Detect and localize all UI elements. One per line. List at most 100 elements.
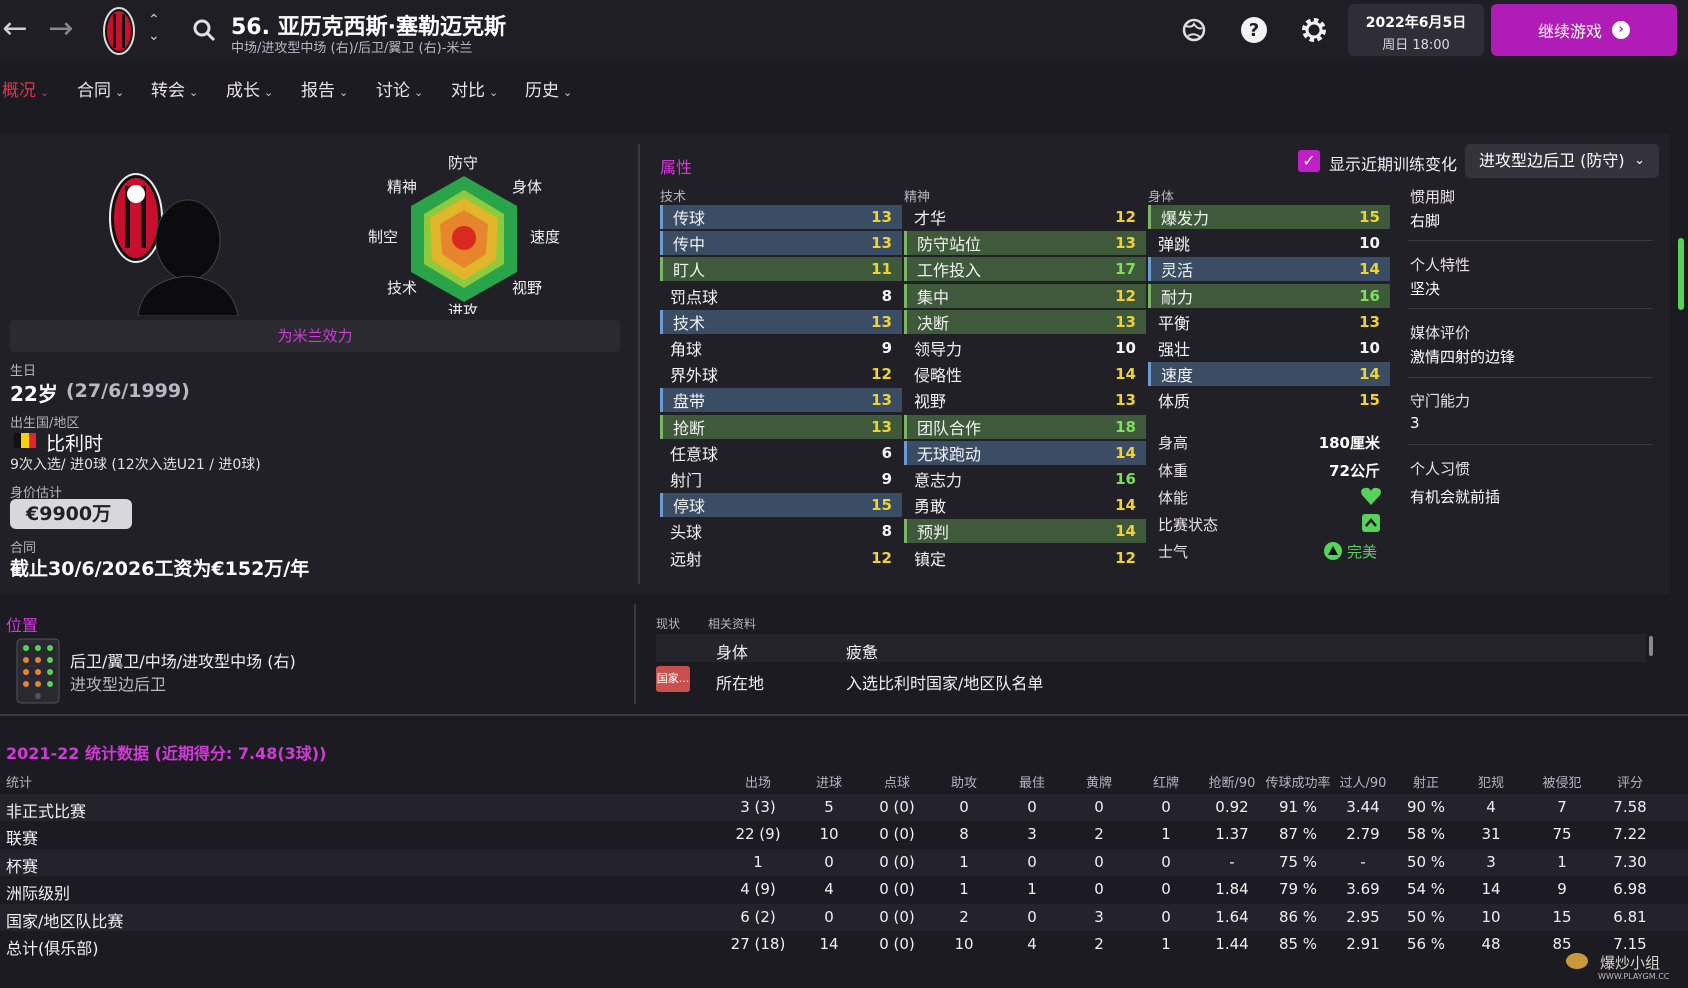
tab-label: 成长 [226,81,260,101]
attribute-value: 14 [1359,260,1380,279]
attribute-row[interactable]: 盯人 11 [660,257,902,282]
tab-discussion[interactable]: 讨论 ⌄ [376,76,423,101]
radar-label-defending: 防守 [448,154,479,172]
attribute-row[interactable]: 爆发力 15 [1148,205,1390,229]
attribute-row[interactable]: 远射 12 [660,546,902,570]
stats-column-header[interactable]: 评分 [1585,772,1675,791]
forward-arrow-icon[interactable]: → [46,14,76,44]
status-row2-value: 入选比利时国家/地区队名单 [846,674,1044,693]
attribute-row[interactable]: 团队合作 18 [904,414,1146,439]
attribute-row[interactable]: 强壮 10 [1148,336,1390,360]
player-value-badge[interactable]: €9900万 [10,499,132,529]
tab-contract[interactable]: 合同 ⌄ [77,76,124,101]
gk-value: 3 [1410,414,1420,432]
stats-row[interactable]: 杯赛 1 0 0 (0) 1 0 0 0-75 % -50 % 3 1 7.30 [0,848,1688,876]
attribute-row[interactable]: 弹跳 10 [1148,231,1390,255]
continue-arrow-icon: › [1612,21,1630,39]
attribute-row[interactable]: 镇定 12 [904,546,1146,570]
tab-transfer[interactable]: 转会 ⌄ [151,76,198,101]
role-select[interactable]: 进攻型边后卫 (防守) ⌄ [1465,144,1659,178]
attribute-row[interactable]: 灵活 14 [1148,257,1390,282]
attribute-row[interactable]: 领导力 10 [904,336,1146,360]
help-icon[interactable]: ? [1240,16,1268,44]
attribute-name: 领导力 [914,340,963,359]
game-date-box[interactable]: 2022年6月5日 周日 18:00 [1348,4,1484,56]
attribute-row[interactable]: 角球 9 [660,336,902,360]
search-icon[interactable] [192,18,216,42]
tab-status-related[interactable]: 相关资料 [708,615,756,632]
stats-row[interactable]: 联赛 22 (9) 10 0 (0) 8 3 2 1 1.37 87 % 2.79 58 % 31 75 7… [0,821,1688,848]
attribute-value: 14 [1115,496,1136,515]
game-date: 2022年6月5日 [1365,15,1467,31]
attribute-value: 18 [1115,417,1136,436]
stats-row[interactable]: 国家/地区队比赛 6 (2) 0 0 (0) 2 0 3 0 1.64 86 % 2.95 50 % 1… [0,903,1688,931]
attribute-row[interactable]: 勇敢 14 [904,493,1146,517]
stats-cell: 7.15 [1613,935,1647,953]
attribute-row[interactable]: 传中 13 [660,231,902,256]
globe-icon[interactable] [1180,16,1208,44]
settings-gear-icon[interactable] [1300,16,1328,44]
attribute-row[interactable]: 盘带 13 [660,388,902,413]
attribute-value: 8 [881,522,892,541]
tab-compare[interactable]: 对比 ⌄ [451,76,498,101]
panel-divider [638,144,640,584]
tab-history[interactable]: 历史 ⌄ [525,76,572,101]
attribute-row[interactable]: 抢断 13 [660,414,902,439]
attribute-row[interactable]: 耐力 16 [1148,283,1390,308]
attribute-row[interactable]: 任意球 6 [660,441,902,465]
stats-row[interactable]: 洲际级别 4 (9) 4 0 (0) 1 1 0 0 1.84 79 % 3.69 54 % 14 9 6.… [0,876,1688,903]
attribute-name: 无球跑动 [917,444,982,464]
attribute-row[interactable]: 才华 12 [904,205,1146,229]
attribute-name: 平衡 [1158,313,1191,333]
player-nation[interactable]: 比利时 [46,429,103,456]
tab-reports[interactable]: 报告 ⌄ [301,76,348,101]
role-select-value: 进攻型边后卫 (防守) [1479,151,1625,170]
radar-label-physical: 身体 [512,178,543,196]
attribute-row[interactable]: 界外球 12 [660,362,902,386]
attribute-row[interactable]: 停球 15 [660,493,902,518]
attribute-row[interactable]: 防守站位 13 [904,231,1146,256]
attribute-row[interactable]: 射门 9 [660,467,902,491]
attribute-row[interactable]: 集中 12 [904,283,1146,308]
attribute-row[interactable]: 传球 13 [660,205,902,229]
club-banner[interactable]: 为米兰效力 [10,320,620,352]
scrollbar-thumb[interactable] [1678,238,1684,310]
tab-development[interactable]: 成长 ⌄ [226,76,273,101]
attribute-row[interactable]: 体质 15 [1148,388,1390,412]
attribute-row[interactable]: 技术 13 [660,309,902,334]
show-training-checkbox[interactable]: ✓ [1298,150,1320,172]
back-arrow-icon[interactable]: ← [0,14,30,44]
continue-game-button[interactable]: 继续游戏 › [1491,4,1677,56]
attribute-row[interactable]: 决断 13 [904,309,1146,334]
attribute-row[interactable]: 意志力 16 [904,467,1146,491]
status-row2-type: 所在地 [716,674,765,693]
attribute-row[interactable]: 罚点球 8 [660,284,902,308]
tab-overview[interactable]: 概况 ⌄ [2,76,49,101]
attribute-row[interactable]: 预判 14 [904,519,1146,544]
status-scrollbar[interactable] [1649,636,1653,656]
tab-label: 转会 [151,81,185,101]
attribute-row[interactable]: 速度 14 [1148,362,1390,387]
birth-label: 生日 [10,364,37,379]
game-day-time: 周日 18:00 [1382,38,1450,53]
attribute-row[interactable]: 视野 13 [904,388,1146,412]
attribute-radar-chart [411,176,517,302]
position-title: 位置 [6,616,39,635]
tab-status-current[interactable]: 现状 [656,615,680,632]
attribute-row[interactable]: 平衡 13 [1148,310,1390,334]
attribute-row[interactable]: 头球 8 [660,519,902,543]
attribute-name: 爆发力 [1161,209,1210,228]
continue-game-label: 继续游戏 [1537,22,1602,41]
attribute-row[interactable]: 无球跑动 14 [904,440,1146,465]
attribute-row[interactable]: 侵略性 14 [904,362,1146,386]
attribute-value: 13 [1115,234,1136,253]
player-switch-arrows-icon[interactable]: ⌃ ⌄ [148,12,160,44]
radar-label-technique: 技术 [387,279,418,297]
panel-divider [634,604,636,704]
stats-row[interactable]: 总计(俱乐部) 27 (18) 14 0 (0) 10 4 2 1 1.44 85 % 2.91 56… [0,931,1688,958]
attribute-value: 15 [1359,391,1380,410]
attribute-row[interactable]: 工作投入 17 [904,257,1146,282]
club-crest-icon[interactable] [102,6,136,56]
attribute-value: 13 [871,234,892,253]
stats-row[interactable]: 非正式比赛 3 (3) 5 0 (0) 0 0 0 0 0.92 91 % 3.44 90 % 4 7 7.… [0,794,1688,821]
